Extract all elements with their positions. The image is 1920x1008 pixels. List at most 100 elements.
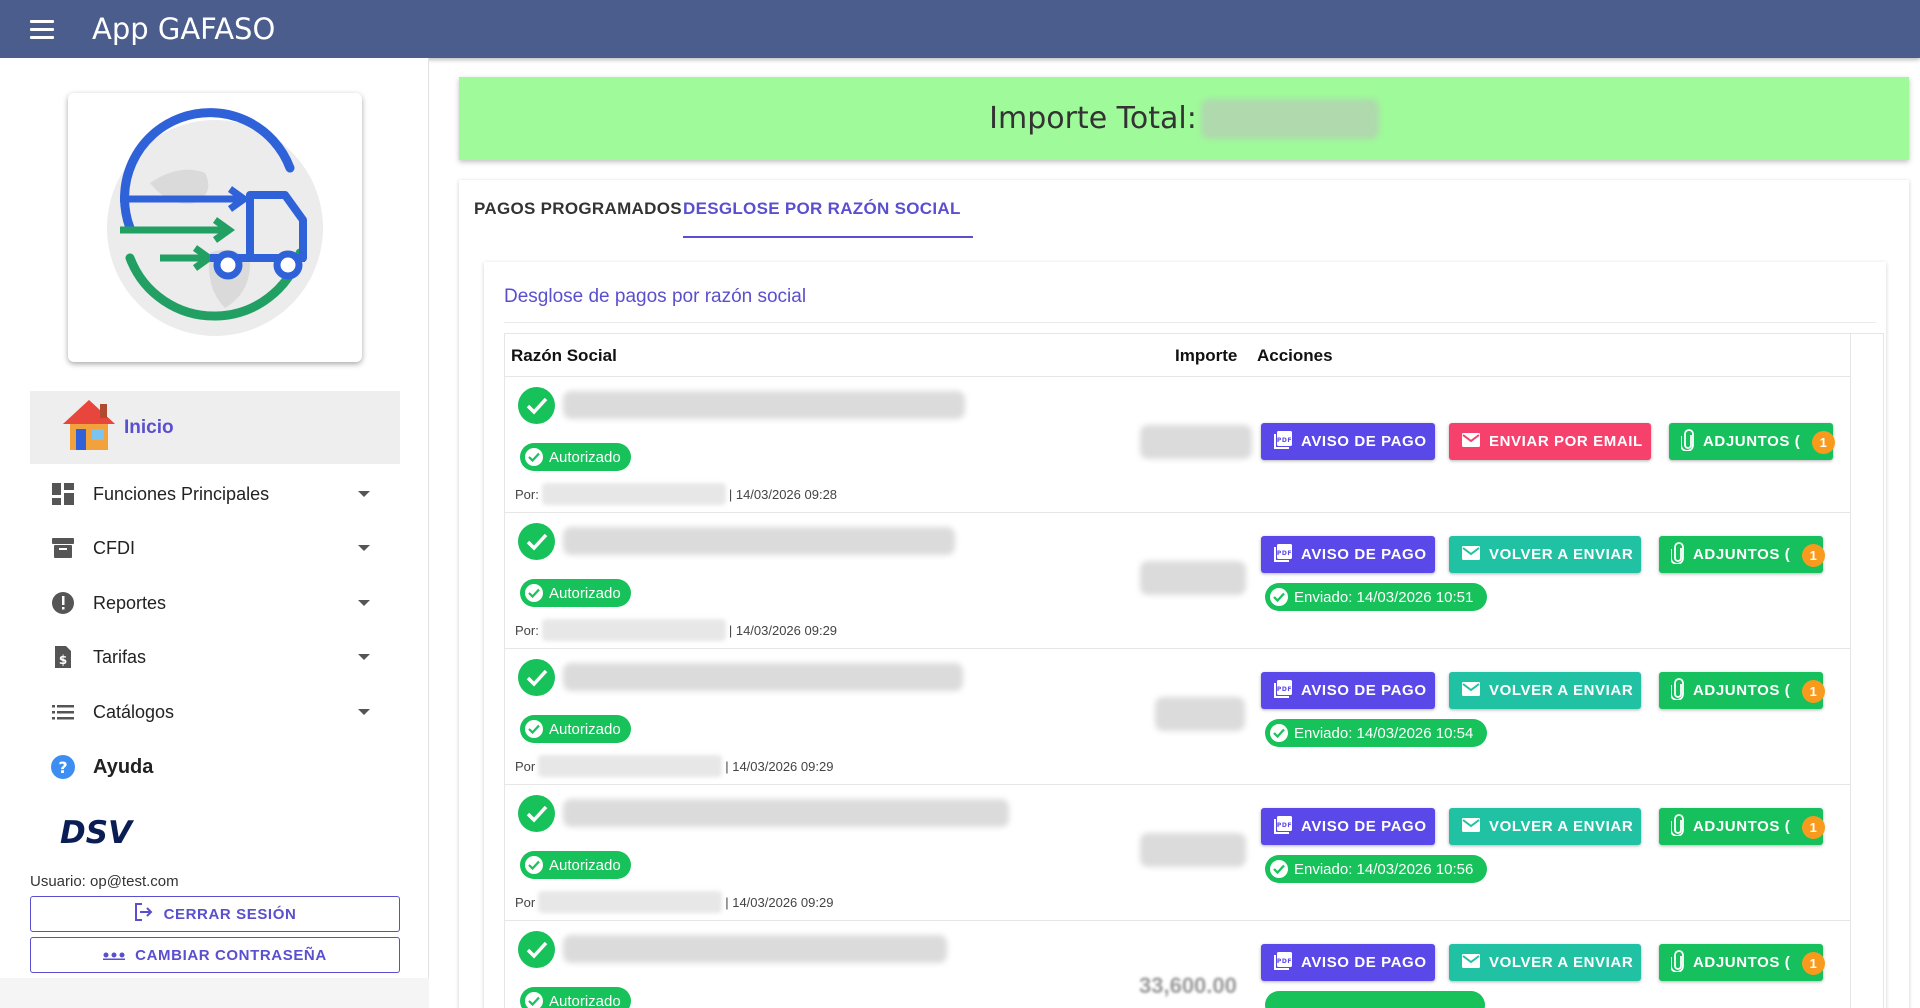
aviso-de-pago-button[interactable]: PDF AVISO DE PAGO (1261, 536, 1435, 573)
by-prefix: Por: (515, 622, 539, 638)
list-icon (50, 699, 76, 725)
sent-label: Enviado: 14/03/2026 10:54 (1294, 724, 1474, 742)
svg-text:$: $ (59, 653, 67, 667)
table-row: Autorizado Por | 14/03/2026 09:29 PDF AV… (505, 649, 1850, 785)
invoice-dollar-icon: $ (50, 644, 76, 670)
adjuntos-button[interactable]: ADJUNTOS ( 1 (1659, 944, 1825, 981)
volver-a-enviar-button[interactable]: VOLVER A ENVIAR (1449, 944, 1641, 981)
check-circle-icon (518, 659, 555, 696)
svg-text:PDF: PDF (1277, 550, 1292, 557)
status-label: Autorizado (549, 992, 621, 1008)
author-redacted (538, 755, 723, 777)
adjuntos-label: ADJUNTOS ( (1693, 818, 1791, 835)
section-title: Desglose de pagos por razón social (504, 286, 807, 307)
author-redacted (538, 891, 723, 913)
adjuntos-button[interactable]: ADJUNTOS ( 1 (1659, 808, 1825, 845)
authorized-by: Por | 14/03/2026 09:29 (515, 891, 833, 913)
aviso-de-pago-button[interactable]: PDF AVISO DE PAGO (1261, 944, 1435, 981)
sidebar-footer (0, 978, 429, 1008)
column-header-acciones: Acciones (1257, 345, 1333, 365)
aviso-de-pago-button[interactable]: PDF AVISO DE PAGO (1261, 808, 1435, 845)
volver-a-enviar-button[interactable]: VOLVER A ENVIAR (1449, 808, 1641, 845)
row-timestamp: | 14/03/2026 09:28 (728, 486, 838, 502)
chevron-down-icon (358, 709, 370, 715)
help-icon: ? (50, 754, 76, 780)
volver-a-enviar-button[interactable]: VOLVER A ENVIAR (1449, 536, 1641, 573)
svg-text:PDF: PDF (1277, 686, 1292, 693)
chevron-down-icon (358, 600, 370, 606)
mail-icon (1461, 545, 1481, 565)
sidebar-item-label: Inicio (124, 416, 174, 438)
status-badge: Autorizado (520, 715, 631, 743)
authorized-by: Por: | 14/03/2026 09:29 (515, 619, 837, 641)
resend-label: VOLVER A ENVIAR (1489, 546, 1634, 563)
attachments-count-badge: 1 (1802, 816, 1825, 839)
sidebar-item-inicio[interactable]: Inicio (30, 391, 400, 464)
sidebar-item-label: Catálogos (93, 701, 175, 722)
resend-label: VOLVER A ENVIAR (1489, 818, 1634, 835)
total-label: Importe Total: (989, 101, 1197, 136)
app-bar: App GAFASO (0, 0, 1920, 58)
company-logo (68, 93, 362, 362)
status-badge: Autorizado (520, 987, 631, 1008)
row-timestamp: | 14/03/2026 09:29 (728, 622, 838, 638)
aviso-de-pago-button[interactable]: PDF AVISO DE PAGO (1261, 423, 1435, 460)
archive-icon (50, 535, 76, 561)
alert-icon (50, 590, 76, 616)
author-redacted (541, 619, 726, 641)
check-icon (525, 584, 543, 602)
active-tab-indicator (683, 236, 973, 238)
change-password-button[interactable]: CAMBIAR CONTRASEÑA (30, 937, 400, 973)
svg-text:DSV: DSV (60, 815, 135, 848)
app-title: App GAFASO (92, 12, 276, 46)
by-prefix: Por (515, 894, 536, 910)
status-badge: Autorizado (520, 851, 631, 879)
enviar-por-email-button[interactable]: ENVIAR POR EMAIL (1449, 423, 1651, 460)
check-icon (525, 992, 543, 1008)
check-circle-icon (518, 931, 555, 968)
sidebar-item-funciones-principales[interactable]: Funciones Principales (30, 470, 400, 518)
adjuntos-button[interactable]: ADJUNTOS ( 1 (1659, 672, 1825, 709)
pdf-icon: PDF (1273, 543, 1293, 567)
importe-redacted (1140, 425, 1252, 459)
pdf-icon: PDF (1273, 951, 1293, 975)
status-badge: Autorizado (520, 579, 631, 607)
check-icon (525, 856, 543, 874)
sidebar-item-cfdi[interactable]: CFDI (30, 524, 400, 572)
importe-value: 33,600.00 (1139, 973, 1237, 998)
adjuntos-button[interactable]: ADJUNTOS ( 1 (1659, 536, 1825, 573)
volver-a-enviar-button[interactable]: VOLVER A ENVIAR (1449, 672, 1641, 709)
tab-pagos-programados[interactable]: PAGOS PROGRAMADOS (474, 180, 682, 238)
aviso-de-pago-button[interactable]: PDF AVISO DE PAGO (1261, 672, 1435, 709)
sidebar-item-tarifas[interactable]: $ Tarifas (30, 633, 400, 681)
adjuntos-button[interactable]: ADJUNTOS ( 1 (1669, 423, 1835, 460)
svg-text:PDF: PDF (1277, 437, 1292, 444)
attachments-count-badge: 1 (1802, 680, 1825, 703)
sidebar-item-ayuda[interactable]: ? Ayuda (30, 743, 400, 791)
sidebar-item-label: Tarifas (93, 646, 147, 667)
attachments-count-badge: 1 (1802, 952, 1825, 975)
status-label: Autorizado (549, 720, 621, 738)
sent-status-badge: Enviado: 14/03/2026 10:54 (1265, 719, 1488, 747)
chevron-down-icon (358, 545, 370, 551)
sidebar-item-reportes[interactable]: Reportes (30, 579, 400, 627)
change-password-label: CAMBIAR CONTRASEÑA (135, 946, 327, 964)
mail-icon (1461, 432, 1481, 452)
authorized-by: Por: | 14/03/2026 09:28 (515, 483, 837, 505)
sent-label: Enviado: 14/03/2026 10:56 (1294, 860, 1474, 878)
razon-social-redacted (563, 663, 963, 691)
sidebar-item-catalogos[interactable]: Catálogos (30, 688, 400, 736)
total-banner: Importe Total: (459, 77, 1909, 160)
hamburger-menu-icon[interactable] (30, 17, 60, 41)
logout-button[interactable]: CERRAR SESIÓN (30, 896, 400, 932)
payments-table: Razón Social Importe Acciones Autorizado… (504, 333, 1884, 1008)
importe-redacted (1140, 561, 1246, 595)
by-prefix: Por (515, 758, 536, 774)
paperclip-icon (1670, 949, 1685, 976)
attachments-count-badge: 1 (1812, 431, 1835, 454)
dsv-logo: DSV (58, 814, 146, 853)
tab-desglose-razon-social[interactable]: DESGLOSE POR RAZÓN SOCIAL (683, 180, 961, 238)
sent-status-badge: Enviado: 14/03/2026 10:56 (1265, 855, 1488, 883)
globe-truck-logo-icon (107, 107, 323, 336)
column-header-importe: Importe (1175, 345, 1238, 365)
